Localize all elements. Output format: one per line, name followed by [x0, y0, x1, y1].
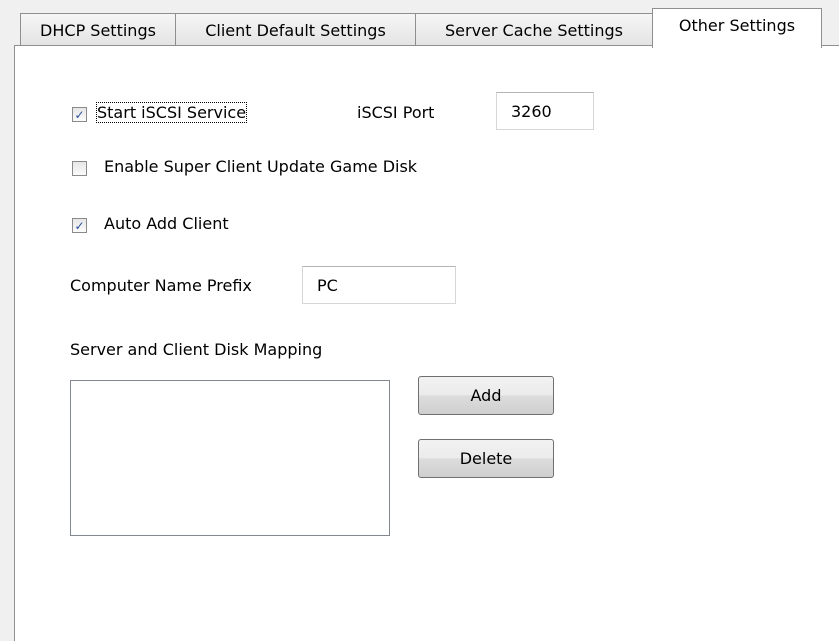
tab-server-cache-settings[interactable]: Server Cache Settings	[415, 13, 653, 46]
super-client-label[interactable]: Enable Super Client Update Game Disk	[104, 157, 417, 176]
settings-window: DHCP Settings Client Default Settings Se…	[0, 0, 839, 641]
tab-client-default-settings[interactable]: Client Default Settings	[175, 13, 416, 46]
add-button[interactable]: Add	[418, 376, 554, 415]
iscsi-port-label: iSCSI Port	[357, 103, 435, 122]
start-iscsi-label[interactable]: Start iSCSI Service	[95, 102, 248, 123]
super-client-checkbox[interactable]	[72, 161, 87, 176]
computer-name-prefix-label: Computer Name Prefix	[70, 276, 252, 295]
delete-button[interactable]: Delete	[418, 439, 554, 478]
check-icon: ✓	[74, 107, 85, 122]
disk-mapping-label: Server and Client Disk Mapping	[70, 340, 323, 359]
tab-other-settings[interactable]: Other Settings	[652, 8, 822, 48]
start-iscsi-checkbox[interactable]: ✓	[72, 107, 87, 122]
computer-name-prefix-value: PC	[317, 275, 338, 295]
check-icon: ✓	[74, 218, 85, 233]
tab-dhcp-settings[interactable]: DHCP Settings	[20, 13, 176, 46]
computer-name-prefix-input[interactable]: PC	[302, 266, 456, 304]
auto-add-client-checkbox[interactable]: ✓	[72, 218, 87, 233]
iscsi-port-input[interactable]: 3260	[496, 92, 594, 130]
disk-mapping-listbox[interactable]	[70, 380, 390, 536]
auto-add-client-label[interactable]: Auto Add Client	[104, 214, 229, 233]
iscsi-port-value: 3260	[511, 101, 552, 121]
